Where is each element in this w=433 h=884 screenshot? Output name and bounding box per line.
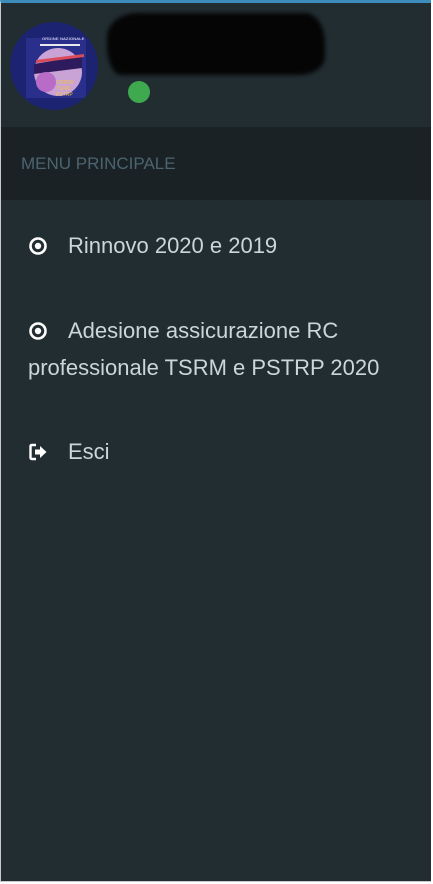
menu-item-esci[interactable]: Esci	[1, 433, 431, 470]
svg-text:PSTRP: PSTRP	[56, 92, 73, 98]
avatar[interactable]: ORDINI TSRM PSTRP ORDINE NAZIONALE	[10, 22, 98, 110]
dot-circle-icon	[29, 322, 47, 340]
logo-avatar-icon: ORDINI TSRM PSTRP	[26, 38, 86, 98]
user-panel: ORDINI TSRM PSTRP ORDINE NAZIONALE	[1, 3, 431, 127]
menu-item-label: Esci	[68, 439, 110, 464]
menu-item-adesione-assicurazione[interactable]: Adesione assicurazione RC professionale …	[1, 312, 431, 386]
menu-header: MENU PRINCIPALE	[1, 127, 431, 200]
avatar-logo-text: ORDINE NAZIONALE	[42, 36, 85, 41]
menu-item-label: Adesione assicurazione RC professionale …	[28, 318, 380, 380]
menu-item-rinnovo[interactable]: Rinnovo 2020 e 2019	[1, 227, 431, 264]
sign-out-icon	[29, 443, 47, 461]
dot-circle-icon	[29, 237, 47, 255]
user-name-redacted	[107, 13, 325, 75]
menu-item-label: Rinnovo 2020 e 2019	[68, 233, 278, 258]
sidebar: ORDINI TSRM PSTRP ORDINE NAZIONALE MENU …	[0, 0, 431, 882]
online-status-icon	[128, 81, 150, 103]
